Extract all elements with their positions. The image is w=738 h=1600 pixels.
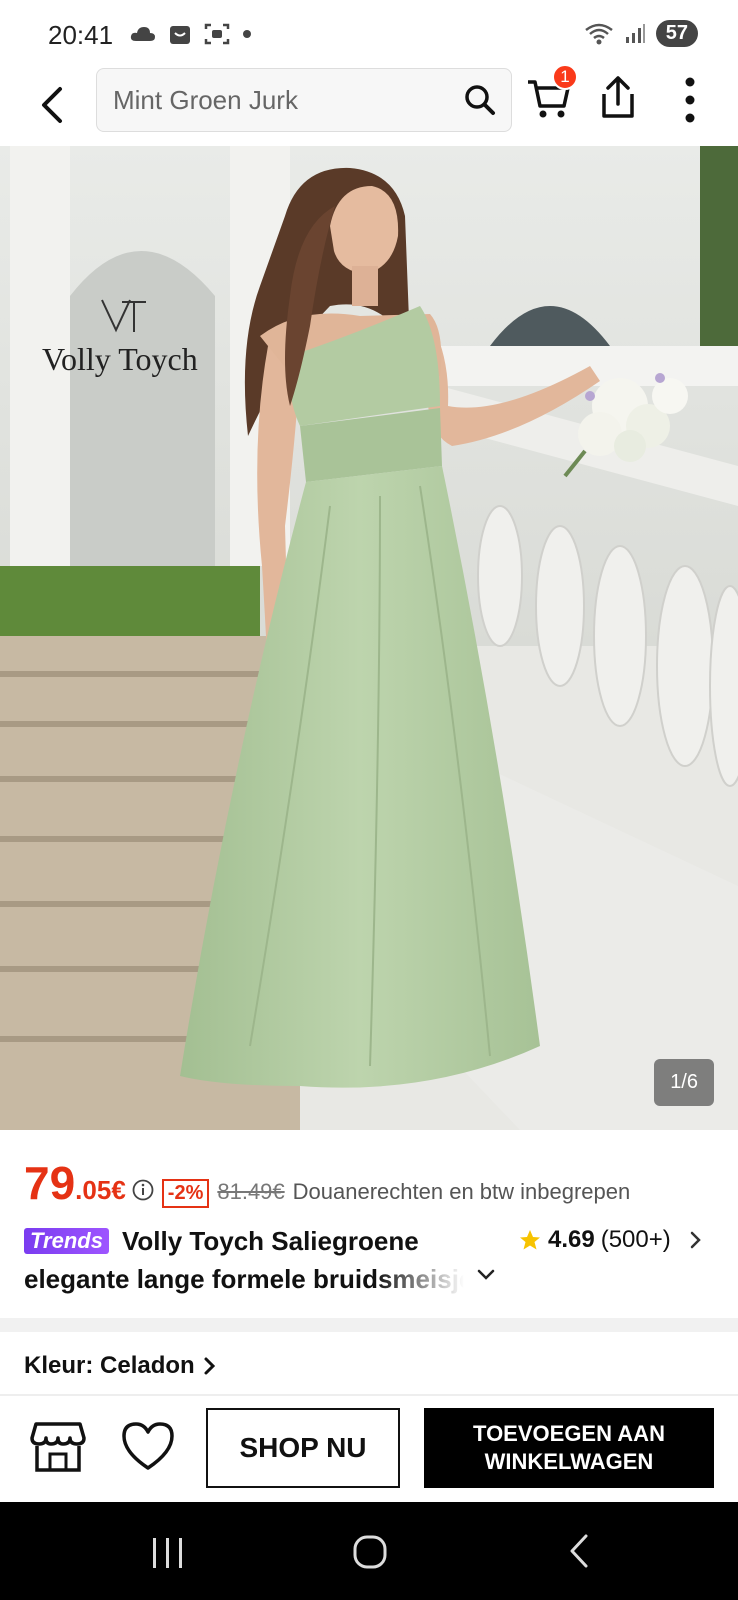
tax-note: Douanerechten en btw inbegrepen — [292, 1179, 631, 1204]
notification-icons — [130, 22, 252, 46]
cloud-icon — [130, 27, 155, 41]
system-nav-bar — [0, 1502, 738, 1600]
star-icon — [520, 1230, 540, 1250]
recent-apps-icon[interactable] — [150, 1536, 186, 1570]
brand-watermark-text: Volly Toych — [42, 341, 198, 377]
system-back-icon[interactable] — [566, 1532, 592, 1570]
store-button[interactable] — [30, 1420, 86, 1474]
add-to-cart-button[interactable]: TOEVOEGEN AAN WINKELWAGEN — [424, 1408, 714, 1488]
cart-count-badge: 1 — [552, 64, 578, 90]
brand-monogram-icon — [101, 299, 146, 333]
shopping-bag-icon — [170, 26, 190, 44]
share-icon — [602, 76, 634, 118]
product-image[interactable]: Volly Toych 1/6 — [0, 146, 738, 1130]
trends-badge: Trends — [24, 1228, 109, 1254]
search-icon[interactable] — [463, 83, 497, 117]
section-divider — [0, 1318, 738, 1332]
color-label: Kleur: Celadon — [24, 1352, 195, 1379]
rating-button[interactable]: 4.69 (500+) — [518, 1226, 703, 1254]
dot-icon — [243, 30, 251, 38]
price-main: 79 — [24, 1157, 76, 1209]
color-selector[interactable]: Kleur: Celadon — [24, 1352, 217, 1380]
review-count: (500+) — [600, 1226, 671, 1253]
product-title-continued: elegante lange formele bruidsmeisjes — [24, 1264, 464, 1294]
image-counter: 1/6 — [654, 1059, 714, 1106]
status-bar: 20:41 57 — [0, 0, 738, 68]
shop-now-button[interactable]: SHOP NU — [206, 1408, 400, 1488]
signal-icon — [625, 23, 645, 43]
brand-watermark: Volly Toych — [42, 296, 232, 378]
discount-badge: -2% — [161, 1179, 210, 1208]
more-vertical-icon — [685, 77, 695, 123]
search-header: Mint Groen Jurk 1 — [0, 64, 738, 146]
price-decimal: .05€ — [75, 1175, 126, 1205]
back-button[interactable] — [30, 80, 74, 130]
wishlist-button[interactable] — [120, 1420, 176, 1474]
chevron-right-icon — [690, 1231, 701, 1249]
store-icon — [30, 1422, 86, 1472]
scan-icon — [204, 23, 230, 45]
battery-icon: 57 — [655, 20, 698, 47]
home-icon[interactable] — [352, 1534, 388, 1570]
search-query: Mint Groen Jurk — [113, 85, 298, 115]
bottom-action-bar: SHOP NU TOEVOEGEN AAN WINKELWAGEN — [0, 1396, 738, 1502]
price-row: 79 .05€ -2% 81.49€ Douanerechten en btw … — [24, 1156, 724, 1216]
heart-icon — [122, 1422, 174, 1470]
more-options-button[interactable] — [670, 74, 710, 126]
search-input[interactable]: Mint Groen Jurk — [96, 68, 512, 132]
share-button[interactable] — [598, 74, 644, 124]
status-right: 57 — [584, 20, 698, 47]
product-title: Volly Toych Saliegroene — [122, 1226, 419, 1256]
chevron-down-icon[interactable] — [476, 1268, 496, 1282]
product-title-area: Trends Volly Toych Saliegroene elegante … — [24, 1226, 724, 1302]
chevron-right-icon — [204, 1357, 215, 1375]
chevron-left-icon — [42, 87, 62, 123]
product-photo — [0, 146, 738, 1130]
wifi-icon — [584, 23, 613, 44]
info-icon[interactable] — [132, 1179, 154, 1201]
rating-value: 4.69 — [548, 1226, 595, 1253]
old-price: 81.49€ — [217, 1179, 285, 1204]
status-time: 20:41 — [48, 20, 114, 50]
